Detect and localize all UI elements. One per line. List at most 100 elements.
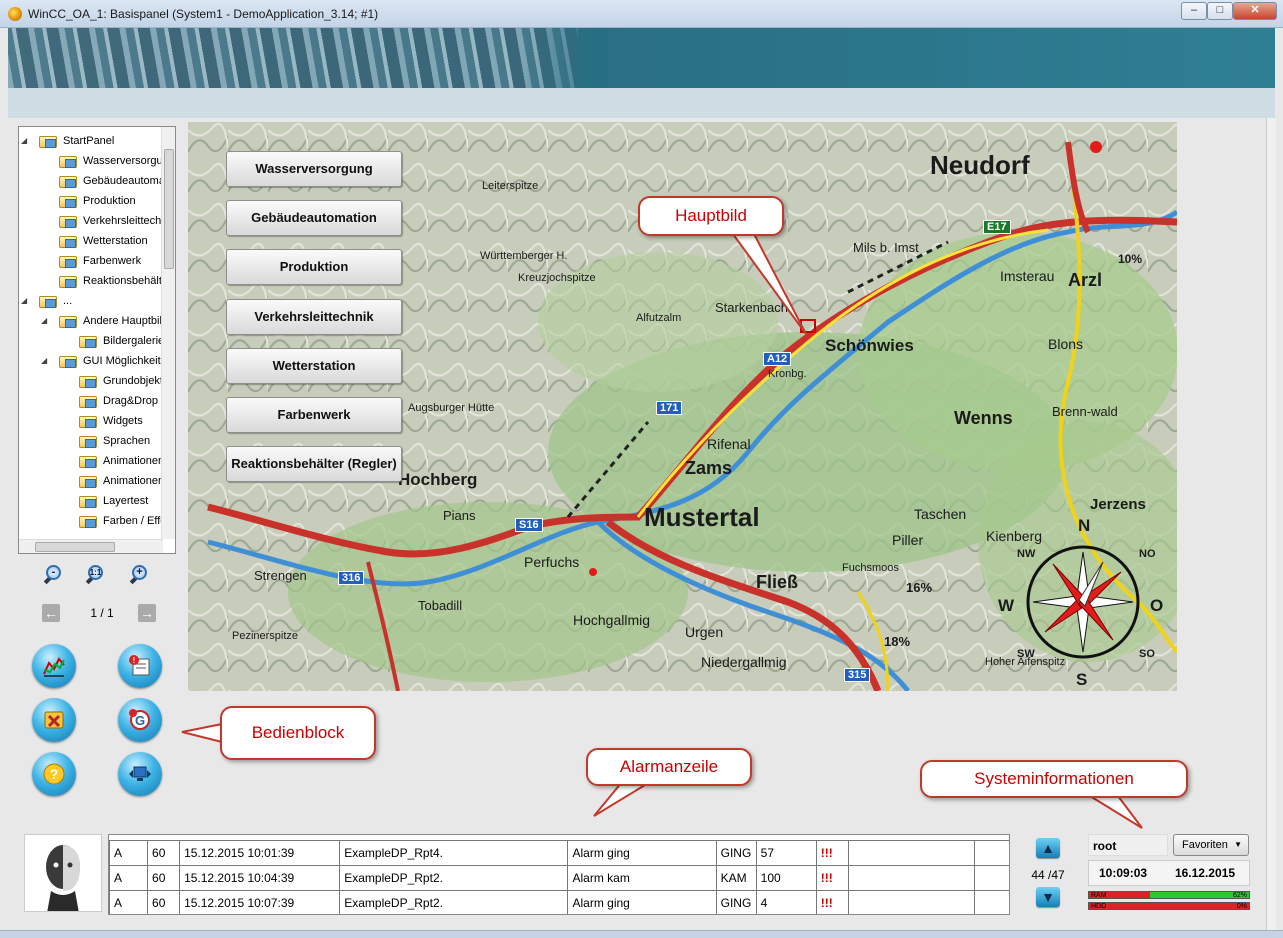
tree-item[interactable]: Wasserversorgung	[59, 151, 175, 171]
zoom-reset-button[interactable]: 1:1	[85, 564, 108, 586]
nav-button-wasserversorgung[interactable]: Wasserversorgung	[226, 151, 402, 187]
alarm-cell-state: A	[109, 890, 149, 914]
next-page-button[interactable]: →	[138, 604, 156, 622]
alarm-panel-icon: !	[128, 654, 152, 678]
monitor-icon	[128, 762, 152, 786]
favorites-label: Favoriten	[1182, 839, 1228, 851]
tree-item[interactable]: Gebäudeautomation	[59, 171, 175, 191]
alarm-scroll-down-button[interactable]: ▼	[1036, 887, 1060, 907]
nav-button-gebaeudeautomation[interactable]: Gebäudeautomation	[226, 200, 402, 236]
expand-toggle-icon[interactable]: ◢	[21, 131, 31, 151]
tree-item[interactable]: ◢ Andere Hauptbilder	[41, 311, 175, 331]
alarm-table[interactable]: A 60 15.12.2015 10:01:39 ExampleDP_Rpt4. Ala…	[108, 834, 1010, 915]
minimize-button[interactable]: –	[1181, 2, 1207, 20]
alarm-row[interactable]: A 60 15.12.2015 10:04:39 ExampleDP_Rpt2. Ala…	[109, 865, 1009, 891]
panel-folder-icon	[79, 416, 97, 428]
arrow-down-icon: ▼	[1041, 889, 1055, 905]
tree-item[interactable]: Produktion	[59, 191, 175, 211]
tree-item[interactable]: Reaktionsbehälter	[59, 271, 175, 291]
main-scrollbar[interactable]	[1266, 118, 1276, 930]
alarm-row[interactable]: A 60 15.12.2015 10:07:39 ExampleDP_Rpt2. Ala…	[109, 890, 1009, 914]
navigation-tree[interactable]: ◢ StartPanel Wasserversorgung Gebäudeautoma…	[18, 126, 176, 554]
app-icon	[8, 7, 22, 21]
expand-toggle-icon[interactable]: ◢	[41, 351, 51, 371]
zoom-in-button[interactable]: +	[129, 564, 152, 586]
maximize-button[interactable]: □	[1207, 2, 1233, 20]
map-label-kienberg: Kienberg	[986, 528, 1043, 544]
tree-item[interactable]: Farbenwerk	[59, 251, 175, 271]
previous-page-button[interactable]: ←	[42, 604, 60, 622]
alarm-cell-dp: ExampleDP_Rpt2.	[339, 890, 569, 914]
ram-percent: 62%	[1232, 892, 1247, 899]
alarm-cell-value: 4	[755, 890, 817, 914]
road-shield-315: 315	[844, 668, 871, 682]
panel-folder-icon	[39, 136, 57, 148]
alarm-panel-button[interactable]: !	[118, 644, 162, 688]
expand-toggle-icon[interactable]: ◢	[21, 291, 31, 311]
map-grade-16: 16%	[906, 580, 933, 595]
nav-button-produktion[interactable]: Produktion	[226, 249, 402, 285]
tree-horizontal-scrollbar[interactable]	[19, 539, 163, 553]
avatar-face-icon	[25, 835, 101, 911]
panel-folder-icon	[59, 276, 77, 288]
panel-folder-icon	[59, 236, 77, 248]
tree-item[interactable]: ◢...	[21, 291, 175, 311]
help-icon: ?	[42, 762, 66, 786]
nav-button-wetterstation[interactable]: Wetterstation	[226, 348, 402, 384]
hdd-usage-bar: HDD 0%	[1088, 902, 1250, 910]
nav-button-reaktionsbehaelter[interactable]: Reaktionsbehälter (Regler)	[226, 446, 402, 482]
tree-vertical-scrollbar[interactable]	[161, 127, 175, 539]
map-label-mils: Mils b. Imst	[853, 240, 919, 255]
alarm-cell-time: 15.12.2015 10:01:39	[179, 840, 341, 866]
map-label-tobadill: Tobadill	[418, 598, 463, 613]
zoom-out-button[interactable]: -	[43, 564, 66, 586]
help-button[interactable]: ?	[32, 752, 76, 796]
alarm-cell-ack: !!!	[815, 840, 849, 866]
trend-button[interactable]	[32, 644, 76, 688]
panel-folder-icon	[79, 336, 97, 348]
alarm-cell-empty	[973, 840, 1009, 866]
panel-folder-icon	[79, 516, 97, 528]
alarm-cell-empty	[847, 890, 975, 914]
map-label-taschen: Taschen	[914, 506, 967, 522]
map-label-neudorf: Neudorf	[930, 150, 1030, 180]
map-label-schoenwies: Schönwies	[825, 336, 914, 355]
road-shield-316: 316	[338, 571, 365, 585]
tree-item-label: GUI Möglichkeiten	[83, 355, 173, 367]
alarm-row[interactable]: A 60 15.12.2015 10:01:39 ExampleDP_Rpt4. Ala…	[109, 840, 1009, 866]
zoom-in-symbol: +	[136, 566, 143, 578]
nav-button-farbenwerk[interactable]: Farbenwerk	[226, 397, 402, 433]
map-label-zams: Zams	[685, 458, 733, 478]
tree-item-label: Gebäudeautomation	[83, 175, 173, 187]
map-label-leiterspitze: Leiterspitze	[482, 180, 539, 192]
tree-item[interactable]: Wetterstation	[59, 231, 175, 251]
report-button[interactable]: G	[118, 698, 162, 742]
alarm-cell-text: Alarm ging	[567, 840, 717, 866]
tree-item-label: Wasserversorgung	[83, 155, 173, 167]
compass-no: NO	[1139, 548, 1156, 560]
map-label-fliess: Fließ	[756, 572, 799, 592]
hdd-percent: 0%	[1236, 903, 1247, 910]
nav-button-verkehrsleittechnik[interactable]: Verkehrsleittechnik	[226, 299, 402, 335]
tree-hscroll-thumb[interactable]	[35, 542, 115, 552]
zoom-out-symbol: -	[51, 566, 56, 578]
monitor-button[interactable]	[118, 752, 162, 796]
tree-item[interactable]: ◢ GUI Möglichkeiten	[41, 351, 175, 371]
window-bottom-border	[0, 930, 1283, 938]
arrow-up-icon: ▲	[1041, 840, 1055, 856]
tree-item[interactable]: Verkehrsleittechnik	[59, 211, 175, 231]
alarm-scroll-up-button[interactable]: ▲	[1036, 838, 1060, 858]
tree-item[interactable]: ◢ StartPanel	[21, 131, 175, 151]
close-button[interactable]: ✕	[1233, 2, 1277, 20]
tree-scroll-thumb[interactable]	[164, 149, 174, 269]
compass-nw: NW	[1017, 548, 1036, 560]
tools-button[interactable]	[32, 698, 76, 742]
alarm-cell-text: Alarm ging	[567, 890, 717, 914]
road-shield-e17: E17	[983, 220, 1011, 234]
favorites-dropdown[interactable]: Favoriten ▼	[1173, 834, 1249, 856]
alarm-cell-state: A	[109, 840, 149, 866]
user-avatar	[24, 834, 102, 912]
expand-toggle-icon[interactable]: ◢	[41, 311, 51, 331]
alarm-cell-direction: GING	[715, 840, 757, 866]
compass-w: W	[998, 596, 1015, 615]
